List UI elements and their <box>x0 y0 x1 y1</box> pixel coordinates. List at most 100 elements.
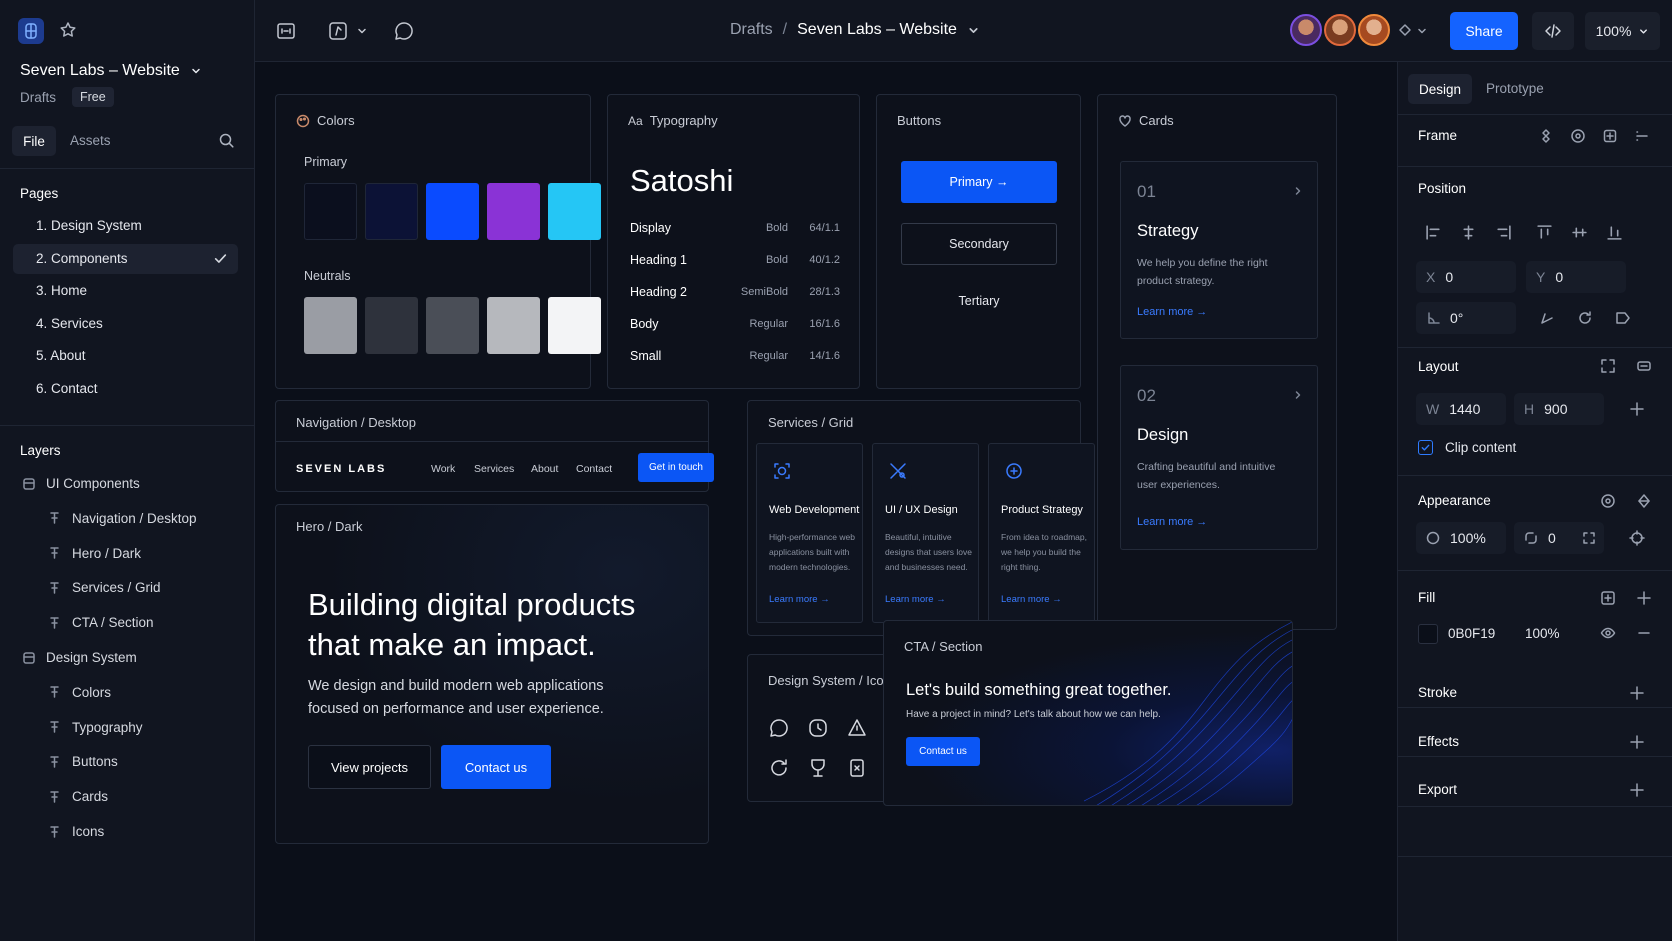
fill-opacity[interactable]: 100% <box>1525 626 1560 641</box>
card-link[interactable]: Learn more → <box>1137 306 1207 318</box>
nav-link[interactable]: About <box>531 463 558 475</box>
chevron-right-icon[interactable] <box>1293 186 1303 196</box>
align-right-icon[interactable] <box>1495 224 1512 241</box>
color-swatch[interactable] <box>365 297 418 354</box>
tab-assets[interactable]: Assets <box>70 133 111 148</box>
primary-button-sample[interactable]: Primary → <box>901 161 1057 203</box>
color-swatch[interactable] <box>487 183 540 240</box>
tab-prototype[interactable]: Prototype <box>1486 81 1544 96</box>
page-item[interactable]: 1. Design System <box>13 211 238 241</box>
services-frame[interactable]: Services / Grid Web Development High-perf… <box>747 400 1095 636</box>
tertiary-button-sample[interactable]: Tertiary <box>901 283 1057 319</box>
remove-fill-icon[interactable] <box>1636 625 1652 641</box>
align-top-icon[interactable] <box>1536 224 1553 241</box>
card[interactable]: 01 Strategy We help you define the right p… <box>1120 161 1318 339</box>
target-icon[interactable] <box>1570 128 1586 144</box>
color-swatch[interactable] <box>548 183 601 240</box>
eye-ring-icon[interactable] <box>1600 493 1616 509</box>
service-card[interactable]: Web Development High-performance web appl… <box>756 443 863 623</box>
layer-item[interactable]: Icons <box>48 824 104 839</box>
color-swatch[interactable] <box>487 297 540 354</box>
layer-item[interactable]: Cards <box>48 789 108 804</box>
color-swatch[interactable] <box>426 297 479 354</box>
add-export-icon[interactable] <box>1629 782 1645 798</box>
layer-group[interactable]: Design System <box>22 650 137 665</box>
mask-icon[interactable] <box>1602 128 1618 144</box>
color-swatch[interactable] <box>304 183 357 240</box>
pen-tool-icon[interactable] <box>327 20 349 42</box>
avatar[interactable] <box>1358 14 1390 46</box>
cards-frame[interactable]: Cards 01 Strategy We help you define the r… <box>1097 94 1337 630</box>
add-fill-icon[interactable] <box>1636 590 1652 606</box>
nav-link[interactable]: Services <box>474 463 514 475</box>
fullscreen-icon[interactable] <box>1600 358 1616 374</box>
card[interactable]: 02 Design Crafting beautiful and intuitive… <box>1120 365 1318 550</box>
appearance-more-icon[interactable] <box>1629 530 1645 546</box>
color-swatch[interactable] <box>304 297 357 354</box>
typography-frame[interactable]: Aa Typography Satoshi Display Bold 64/1.1 H… <box>607 94 860 389</box>
view-projects-button[interactable]: View projects <box>308 745 431 789</box>
layer-item[interactable]: Navigation / Desktop <box>48 511 197 526</box>
x-field[interactable]: X 0 <box>1416 261 1516 293</box>
cta-contact-button[interactable]: Contact us <box>906 737 980 766</box>
align-center-h-icon[interactable] <box>1460 224 1477 241</box>
nav-link[interactable]: Work <box>431 463 455 475</box>
rotation-field[interactable]: 0° <box>1416 302 1516 334</box>
zoom-control[interactable]: 100% <box>1585 12 1660 50</box>
collaborators[interactable] <box>1290 14 1390 46</box>
hero-frame[interactable]: Hero / Dark Building digital products th… <box>275 504 709 844</box>
plus-icon[interactable] <box>1629 401 1645 417</box>
corner-radius-field[interactable]: 0 <box>1514 522 1604 554</box>
contact-us-button[interactable]: Contact us <box>441 745 551 789</box>
tab-file[interactable]: File <box>12 126 56 156</box>
navigation-frame[interactable]: Navigation / Desktop SEVEN LABS Work Serv… <box>275 400 714 492</box>
cta-frame[interactable]: CTA / Section Let's build something grea… <box>883 620 1293 806</box>
eye-icon[interactable] <box>1600 625 1616 641</box>
rotate-icon[interactable] <box>1539 310 1555 326</box>
flip-icon[interactable] <box>1615 310 1631 326</box>
align-center-v-icon[interactable] <box>1571 224 1588 241</box>
service-card[interactable]: UI / UX Design Beautiful, intuitive desig… <box>872 443 979 623</box>
color-swatch[interactable] <box>548 297 601 354</box>
blend-icon[interactable] <box>1636 493 1652 509</box>
tab-design[interactable]: Design <box>1408 74 1472 104</box>
y-field[interactable]: Y 0 <box>1526 261 1626 293</box>
styles-icon[interactable] <box>1600 590 1616 606</box>
avatar[interactable] <box>1290 14 1322 46</box>
align-bottom-icon[interactable] <box>1606 224 1623 241</box>
card-link[interactable]: Learn more → <box>1137 516 1207 528</box>
service-link[interactable]: Learn more → <box>769 594 830 605</box>
page-item[interactable]: 4. Services <box>13 309 238 339</box>
opacity-field[interactable]: 100% <box>1416 522 1506 554</box>
independent-corners-icon[interactable] <box>1582 531 1596 545</box>
chevron-down-icon[interactable] <box>1416 25 1428 37</box>
color-swatch[interactable] <box>365 183 418 240</box>
search-icon[interactable] <box>218 132 235 149</box>
layer-item[interactable]: CTA / Section <box>48 615 154 630</box>
star-icon[interactable] <box>58 20 78 40</box>
layer-item[interactable]: Colors <box>48 685 111 700</box>
layer-item[interactable]: Hero / Dark <box>48 546 141 561</box>
align-left-icon[interactable] <box>1425 224 1442 241</box>
breadcrumb-current[interactable]: Seven Labs – Website <box>797 21 957 39</box>
file-name[interactable]: Seven Labs – Website <box>20 62 202 80</box>
layer-item[interactable]: Buttons <box>48 754 118 769</box>
add-effect-icon[interactable] <box>1629 734 1645 750</box>
share-button[interactable]: Share <box>1450 12 1518 50</box>
page-item[interactable]: 2. Components <box>13 243 238 274</box>
page-item[interactable]: 5. About <box>13 341 238 371</box>
secondary-button-sample[interactable]: Secondary <box>901 223 1057 265</box>
chevron-down-icon[interactable] <box>967 24 980 37</box>
page-item[interactable]: 3. Home <box>13 276 238 306</box>
frame-tool-icon[interactable] <box>275 20 297 42</box>
auto-layout-icon[interactable] <box>1636 358 1652 374</box>
fill-swatch[interactable] <box>1418 624 1438 644</box>
component-icon[interactable] <box>1538 128 1554 144</box>
nav-cta-button[interactable]: Get in touch <box>638 453 714 482</box>
layer-item[interactable]: Services / Grid <box>48 580 161 595</box>
breadcrumb-parent[interactable]: Drafts <box>730 21 773 39</box>
more-icon[interactable] <box>1634 128 1650 144</box>
avatar[interactable] <box>1324 14 1356 46</box>
service-card[interactable]: Product Strategy From idea to roadmap, we… <box>988 443 1095 623</box>
width-field[interactable]: W 1440 <box>1416 393 1506 425</box>
